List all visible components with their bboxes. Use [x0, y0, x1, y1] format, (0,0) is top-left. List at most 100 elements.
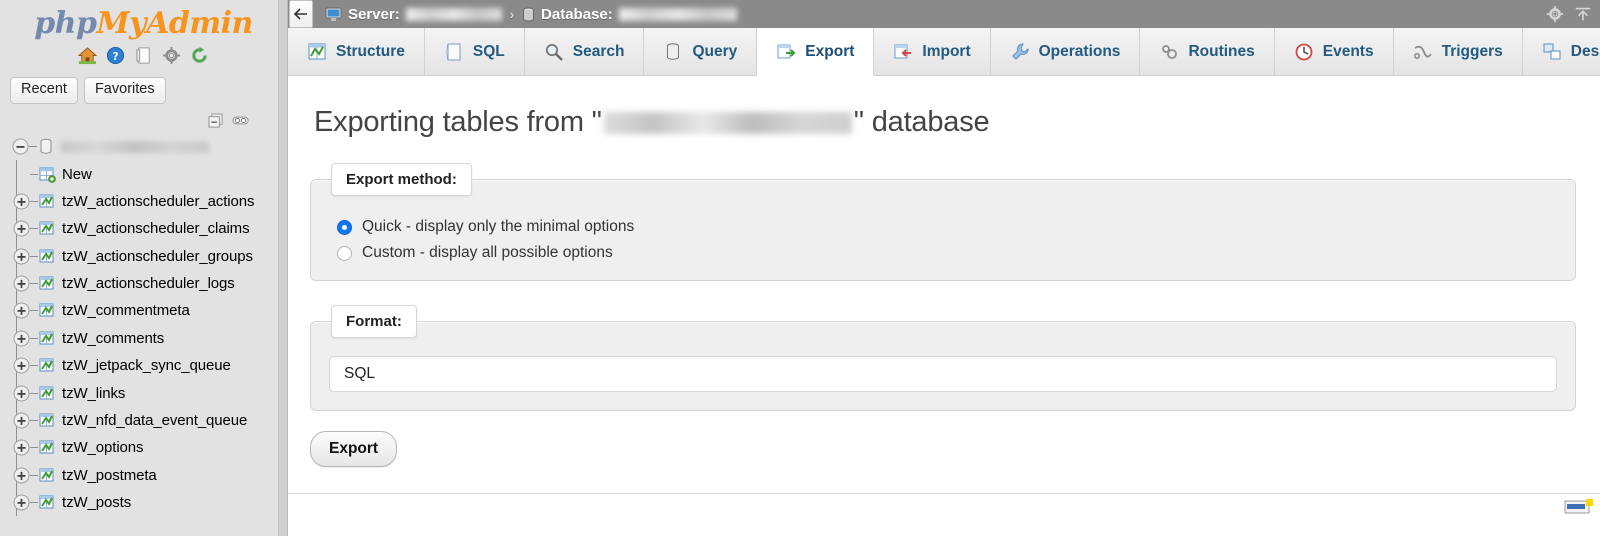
- tree-connector: [30, 228, 38, 230]
- tab-label: Structure: [336, 42, 405, 60]
- tree-table-tzW_posts[interactable]: tzW_posts: [8, 489, 287, 516]
- tree-connector: [30, 502, 38, 504]
- logo-my-text: My: [96, 6, 147, 41]
- tab-query[interactable]: Query: [644, 28, 758, 75]
- expand-node-icon[interactable]: [13, 275, 30, 292]
- tab-label: Operations: [1038, 42, 1121, 60]
- tab-designer[interactable]: Designer: [1522, 28, 1600, 75]
- topbar-actions: [1546, 5, 1600, 23]
- tab-triggers[interactable]: Triggers: [1393, 28, 1523, 75]
- tab-label: Export: [805, 42, 855, 60]
- table-icon: [39, 440, 54, 454]
- tree-table-tzW_actionscheduler_actions[interactable]: tzW_actionscheduler_actions: [8, 188, 287, 215]
- search-icon: [545, 43, 563, 61]
- tree-table-tzW_actionscheduler_claims[interactable]: tzW_actionscheduler_claims: [8, 215, 287, 242]
- expand-node-icon[interactable]: [13, 357, 30, 374]
- tree-connector: [30, 173, 38, 175]
- logo-php-text: php: [34, 6, 97, 41]
- radio-custom-label: Custom - display all possible options: [362, 244, 613, 261]
- main-tab-bar: Structure SQL Search Query Export Import Opera…: [288, 28, 1600, 76]
- export-icon: [777, 44, 796, 58]
- tree-item-label: tzW_posts: [62, 494, 132, 512]
- collapse-all-icon[interactable]: [208, 113, 225, 128]
- expand-node-icon[interactable]: [13, 439, 30, 456]
- tree-item-label: tzW_links: [62, 384, 126, 402]
- tree-item-label: tzW_actionscheduler_groups: [62, 247, 253, 265]
- documentation-icon[interactable]: [134, 46, 153, 65]
- help-icon[interactable]: ?: [106, 46, 125, 65]
- settings-icon[interactable]: [162, 46, 181, 65]
- tree-item-label: tzW_options: [62, 439, 144, 457]
- tree-table-tzW_postmeta[interactable]: tzW_postmeta: [8, 462, 287, 489]
- format-legend: Format:: [331, 305, 417, 338]
- tree-table-tzW_nfd_data_event_queue[interactable]: tzW_nfd_data_event_queue: [8, 407, 287, 434]
- database-icon: [40, 138, 52, 154]
- tree-database-node[interactable]: [8, 133, 287, 160]
- export-method-option-custom[interactable]: Custom - display all possible options: [337, 244, 1557, 262]
- designer-icon: [1543, 43, 1561, 59]
- collapse-up-icon[interactable]: [1574, 5, 1592, 23]
- tab-label: Routines: [1188, 42, 1255, 60]
- reload-icon[interactable]: [190, 46, 209, 65]
- clock-icon: [1295, 43, 1313, 60]
- expand-node-icon[interactable]: [13, 220, 30, 237]
- gear-icon[interactable]: [1546, 5, 1564, 23]
- console-icon[interactable]: [1564, 498, 1594, 515]
- tree-new-table[interactable]: New: [8, 160, 287, 187]
- tab-sql[interactable]: SQL: [424, 28, 525, 75]
- expand-node-icon[interactable]: [13, 302, 30, 319]
- recent-tab[interactable]: Recent: [10, 77, 78, 104]
- expand-node-icon[interactable]: [13, 385, 30, 402]
- tree-item-label: tzW_actionscheduler_claims: [62, 220, 250, 238]
- export-method-option-quick[interactable]: Quick - display only the minimal options: [337, 218, 1557, 236]
- new-table-icon: [39, 167, 56, 183]
- import-icon: [894, 44, 912, 58]
- expand-node-icon[interactable]: [13, 330, 30, 347]
- back-arrow-icon: [294, 8, 307, 20]
- recent-favorites-tabs: Recent Favorites: [0, 65, 287, 104]
- tab-operations[interactable]: Operations: [990, 28, 1141, 75]
- favorites-tab[interactable]: Favorites: [83, 77, 166, 104]
- tree-table-list: tzW_actionscheduler_actions tzW_actionsch…: [8, 188, 287, 517]
- radio-custom[interactable]: [337, 245, 352, 261]
- tree-table-tzW_commentmeta[interactable]: tzW_commentmeta: [8, 297, 287, 324]
- tab-routines[interactable]: Routines: [1140, 28, 1275, 75]
- tree-table-tzW_links[interactable]: tzW_links: [8, 379, 287, 406]
- table-icon: [39, 468, 54, 482]
- phpmyadmin-logo[interactable]: phpMyAdmin: [0, 0, 287, 41]
- export-method-fieldset: Export method: Quick - display only the …: [310, 163, 1576, 281]
- sidebar-quick-icons: ?: [0, 46, 287, 65]
- breadcrumb-bar: Server: › Database:: [288, 0, 1600, 28]
- table-icon: [39, 249, 54, 263]
- database-icon: [523, 7, 535, 21]
- expand-node-icon[interactable]: [13, 193, 30, 210]
- home-icon[interactable]: [78, 46, 97, 65]
- sidebar-scrollbar[interactable]: [278, 0, 287, 536]
- tree-table-tzW_jetpack_sync_queue[interactable]: tzW_jetpack_sync_queue: [8, 352, 287, 379]
- tab-events[interactable]: Events: [1274, 28, 1394, 75]
- export-button[interactable]: Export: [310, 431, 398, 467]
- format-selected-value: SQL: [344, 365, 376, 382]
- tree-connector: [30, 474, 38, 476]
- tab-import[interactable]: Import: [874, 28, 991, 75]
- tree-table-tzW_actionscheduler_groups[interactable]: tzW_actionscheduler_groups: [8, 243, 287, 270]
- expand-node-icon[interactable]: [13, 248, 30, 265]
- tree-table-tzW_actionscheduler_logs[interactable]: tzW_actionscheduler_logs: [8, 270, 287, 297]
- tree-connector: [30, 420, 38, 422]
- collapse-node-icon[interactable]: [12, 138, 29, 155]
- tree-connector: [30, 447, 38, 449]
- format-select[interactable]: SQL: [329, 356, 1557, 392]
- expand-node-icon[interactable]: [13, 494, 30, 511]
- link-with-main-panel-icon[interactable]: [232, 113, 249, 128]
- tab-structure[interactable]: Structure: [288, 28, 425, 75]
- expand-node-icon[interactable]: [13, 412, 30, 429]
- tree-table-tzW_options[interactable]: tzW_options: [8, 434, 287, 461]
- tree-connector: [30, 392, 38, 394]
- tab-export[interactable]: Export: [757, 28, 875, 76]
- tree-table-tzW_comments[interactable]: tzW_comments: [8, 325, 287, 352]
- back-button[interactable]: [289, 0, 313, 28]
- tab-search[interactable]: Search: [524, 28, 645, 75]
- radio-quick[interactable]: [337, 219, 352, 235]
- server-icon: [325, 7, 342, 21]
- expand-node-icon[interactable]: [13, 467, 30, 484]
